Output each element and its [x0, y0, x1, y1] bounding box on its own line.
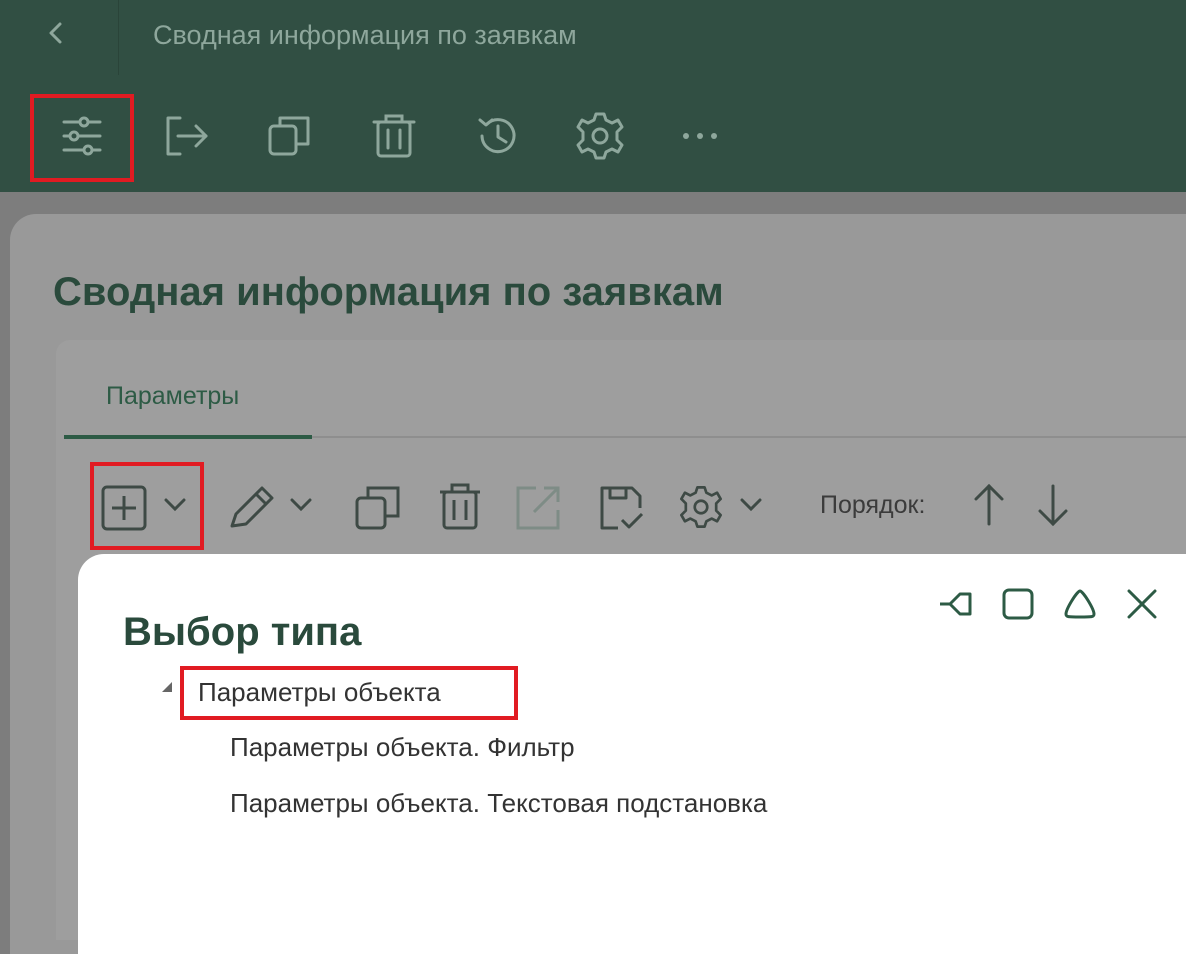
back-button[interactable]: [0, 0, 119, 75]
arrow-up-icon[interactable]: [972, 482, 1006, 528]
exit-button[interactable]: [158, 108, 214, 164]
app-header: Сводная информация по заявкам: [0, 0, 1186, 192]
exit-icon: [166, 116, 208, 156]
title-row: Сводная информация по заявкам: [0, 0, 1186, 75]
window-title: Сводная информация по заявкам: [153, 20, 577, 50]
open-external-icon[interactable]: [514, 484, 562, 532]
dialog-title: Выбор типа: [123, 610, 362, 654]
collapse-icon[interactable]: [1058, 582, 1102, 626]
gear-icon: [576, 112, 624, 160]
tab-active-indicator: [64, 435, 312, 439]
save-icon[interactable]: [598, 484, 646, 532]
arrow-down-icon[interactable]: [1036, 482, 1070, 528]
trash-icon: [372, 114, 416, 158]
copy-icon: [268, 116, 310, 156]
highlight-frame: [30, 94, 134, 182]
delete-button[interactable]: [366, 108, 422, 164]
more-icon: [683, 133, 717, 139]
tree-item-text-substitution[interactable]: Параметры объекта. Текстовая подстановка: [230, 788, 767, 819]
chevron-down-icon[interactable]: [288, 496, 314, 514]
tree-expand-icon[interactable]: [160, 680, 174, 694]
chevron-down-icon[interactable]: [738, 496, 764, 514]
pin-icon[interactable]: [936, 582, 980, 626]
settings-button[interactable]: [572, 108, 628, 164]
copy-button[interactable]: [262, 108, 318, 164]
more-button[interactable]: [672, 108, 728, 164]
close-icon[interactable]: [1120, 582, 1164, 626]
history-button[interactable]: [470, 108, 526, 164]
gear-icon[interactable]: [676, 482, 726, 532]
maximize-icon[interactable]: [996, 582, 1040, 626]
trash-icon[interactable]: [438, 482, 482, 532]
order-label: Порядок:: [820, 491, 926, 519]
tab-divider: [312, 436, 1186, 438]
history-icon: [478, 118, 516, 154]
tree-item-filter[interactable]: Параметры объекта. Фильтр: [230, 732, 575, 763]
highlight-frame: [90, 462, 204, 550]
page-title: Сводная информация по заявкам: [53, 270, 724, 314]
highlight-frame: [180, 666, 518, 720]
edit-icon[interactable]: [226, 482, 278, 532]
copy-icon[interactable]: [354, 484, 402, 532]
chevron-left-icon: [49, 22, 62, 44]
tab-parameters[interactable]: Параметры: [106, 382, 239, 411]
